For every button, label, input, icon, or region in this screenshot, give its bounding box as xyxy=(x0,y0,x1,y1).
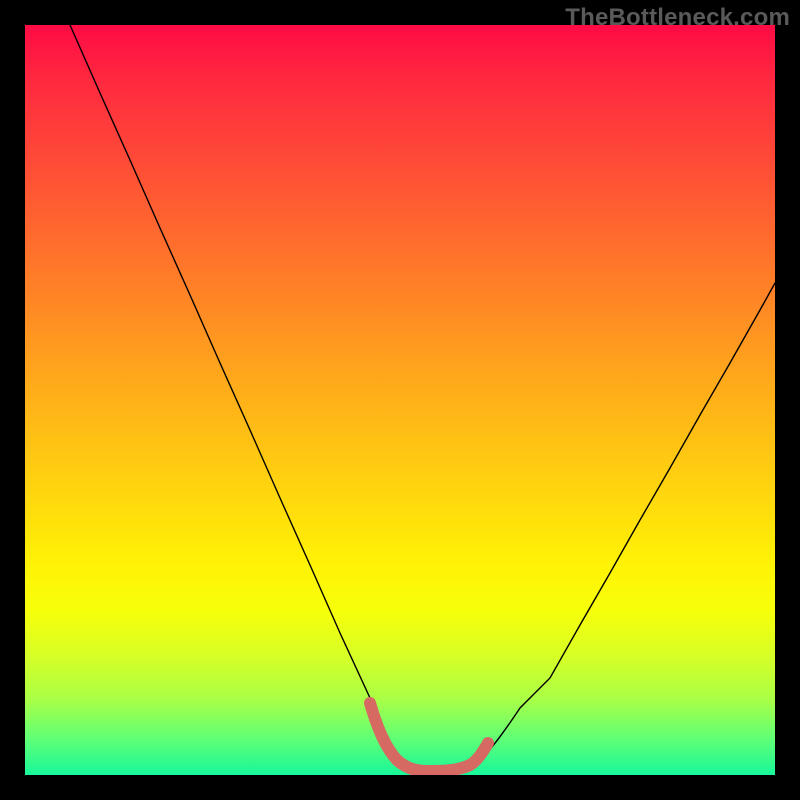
chart-frame: TheBottleneck.com xyxy=(0,0,800,800)
plot-area xyxy=(25,25,775,775)
optimal-range-marker-path xyxy=(370,703,488,771)
watermark-text: TheBottleneck.com xyxy=(565,4,790,32)
optimal-range-marker xyxy=(25,25,775,775)
